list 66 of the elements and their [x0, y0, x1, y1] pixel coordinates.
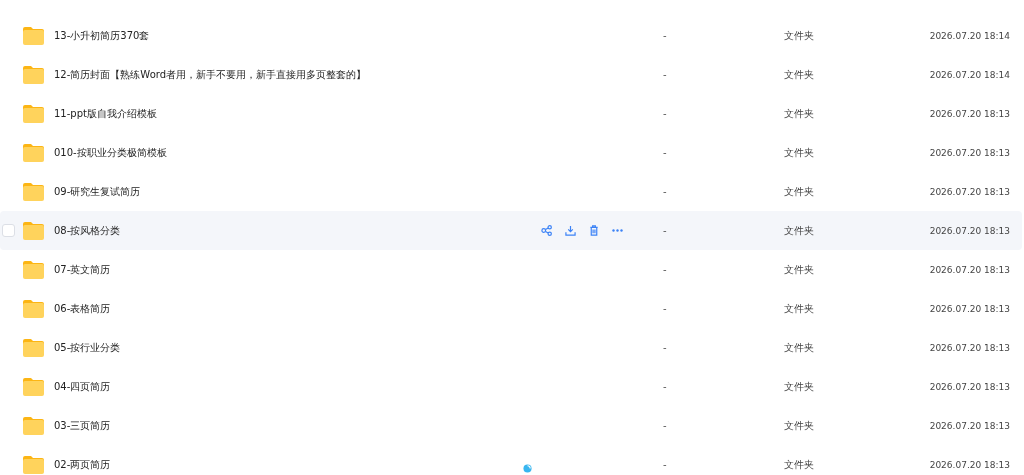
folder-name[interactable]: 04-四页简历 [54, 380, 111, 392]
modified-time: 2026.07.20 18:14 [929, 30, 1010, 41]
folder-name[interactable]: 06-表格简历 [54, 302, 111, 314]
file-size: - [663, 264, 667, 275]
folder-name[interactable]: 08-按风格分类 [54, 224, 121, 236]
modified-time: 2026.07.20 18:13 [929, 381, 1010, 392]
row-checkbox[interactable] [2, 224, 15, 237]
modified-time: 2026.07.20 18:13 [929, 147, 1010, 158]
file-type: 文件夹 [784, 263, 814, 275]
file-size: - [663, 108, 667, 119]
file-type: 文件夹 [784, 107, 814, 119]
folder-icon [22, 142, 45, 163]
folder-icon [22, 64, 45, 85]
folder-icon [22, 103, 45, 124]
modified-time: 2026.07.20 18:13 [929, 303, 1010, 314]
folder-icon [22, 337, 45, 358]
modified-time: 2026.07.20 18:13 [929, 459, 1010, 470]
folder-name[interactable]: 12-简历封面【熟练Word者用，新手不要用，新手直接用多页整套的】 [54, 68, 367, 80]
more-icon[interactable] [612, 229, 623, 232]
share-icon[interactable] [541, 225, 552, 236]
folder-icon [22, 25, 45, 46]
file-type: 文件夹 [784, 68, 814, 80]
folder-name[interactable]: 05-按行业分类 [54, 341, 121, 353]
file-size: - [663, 381, 667, 392]
folder-icon [22, 259, 45, 280]
file-size: - [663, 225, 667, 236]
modified-time: 2026.07.20 18:13 [929, 264, 1010, 275]
folder-name[interactable]: 11-ppt版自我介绍模板 [54, 107, 157, 119]
modified-time: 2026.07.20 18:13 [929, 420, 1010, 431]
file-type: 文件夹 [784, 458, 814, 470]
folder-name[interactable]: 09-研究生复试简历 [54, 185, 141, 197]
folder-icon [22, 220, 45, 241]
folder-icon [22, 454, 45, 475]
file-size: - [663, 69, 667, 80]
file-size: - [663, 186, 667, 197]
folder-name[interactable]: 07-英文简历 [54, 263, 111, 275]
folder-icon [22, 376, 45, 397]
modified-time: 2026.07.20 18:13 [929, 186, 1010, 197]
folder-name[interactable]: 13-小升初简历370套 [54, 29, 150, 41]
file-type: 文件夹 [784, 146, 814, 158]
file-size: - [663, 420, 667, 431]
file-type: 文件夹 [784, 341, 814, 353]
modified-time: 2026.07.20 18:13 [929, 342, 1010, 353]
file-type: 文件夹 [784, 224, 814, 236]
file-type: 文件夹 [784, 380, 814, 392]
file-type: 文件夹 [784, 419, 814, 431]
file-size: - [663, 30, 667, 41]
trash-icon[interactable] [589, 225, 599, 236]
file-size: - [663, 303, 667, 314]
file-size: - [663, 147, 667, 158]
table-row-highlight[interactable]: 08-按风格分类 - 文件夹 2026.07.20 18:13 [0, 211, 1022, 250]
file-type: 文件夹 [784, 302, 814, 314]
folder-name[interactable]: 03-三页简历 [54, 419, 111, 431]
file-size: - [663, 459, 667, 470]
modified-time: 2026.07.20 18:13 [929, 225, 1010, 236]
folder-icon [22, 181, 45, 202]
modified-time: 2026.07.20 18:13 [929, 108, 1010, 119]
folder-icon [22, 298, 45, 319]
file-type: 文件夹 [784, 185, 814, 197]
file-type: 文件夹 [784, 29, 814, 41]
file-size: - [663, 342, 667, 353]
folder-name[interactable]: 010-按职业分类极简模板 [54, 146, 167, 158]
folder-icon [22, 415, 45, 436]
download-icon[interactable] [565, 225, 576, 236]
folder-name[interactable]: 02-两页简历 [54, 458, 111, 470]
modified-time: 2026.07.20 18:14 [929, 69, 1010, 80]
